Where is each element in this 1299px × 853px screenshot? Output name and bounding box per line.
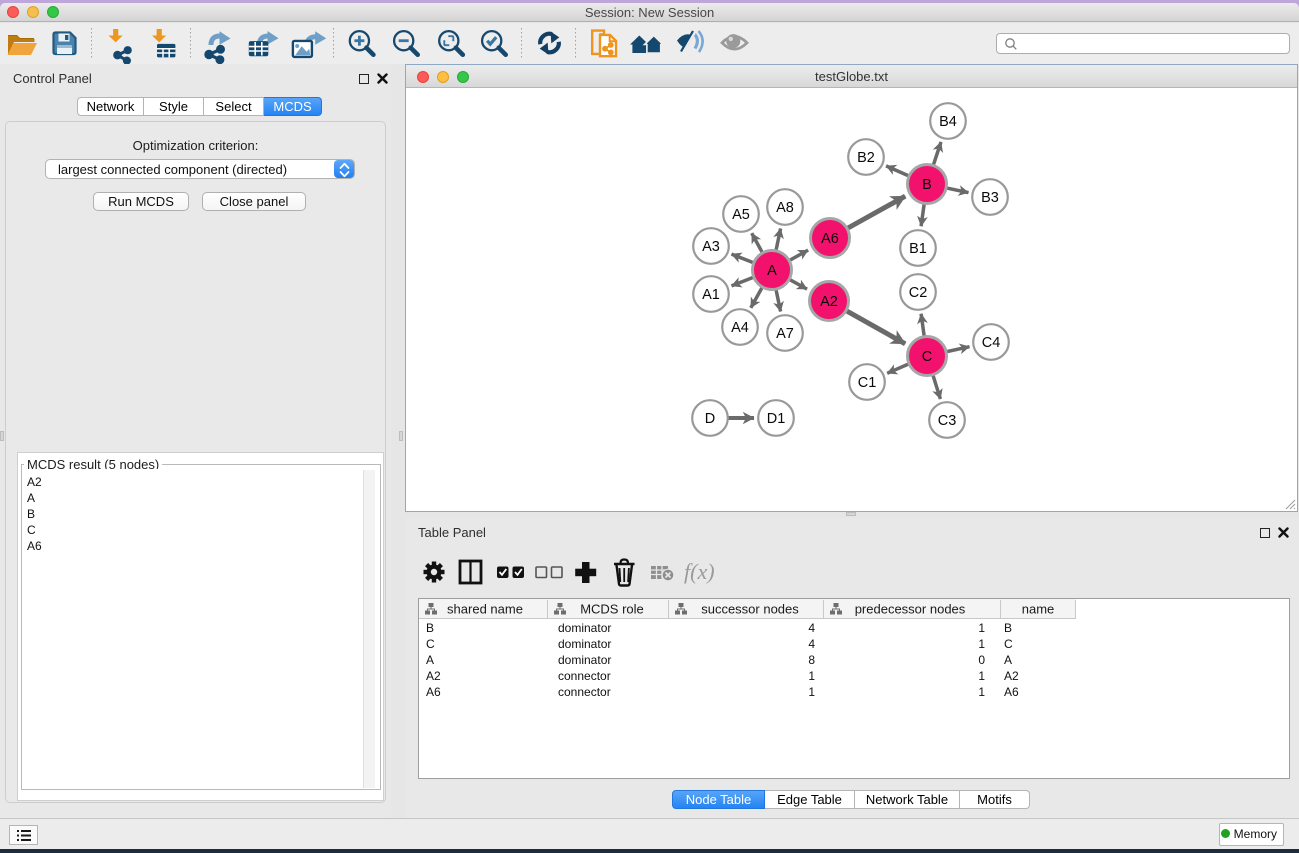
svg-text:D: D bbox=[705, 411, 715, 427]
svg-text:f(x): f(x) bbox=[684, 559, 715, 584]
svg-text:shared name: shared name bbox=[447, 602, 523, 617]
svg-text:A1: A1 bbox=[702, 287, 720, 303]
svg-text:MCDS role: MCDS role bbox=[580, 602, 644, 617]
svg-text:successor nodes: successor nodes bbox=[701, 602, 799, 617]
svg-text:A5: A5 bbox=[732, 207, 750, 223]
svg-text:B1: B1 bbox=[909, 241, 927, 257]
svg-text:B4: B4 bbox=[939, 114, 957, 130]
svg-text:A6: A6 bbox=[821, 231, 839, 247]
svg-text:D1: D1 bbox=[767, 411, 786, 427]
svg-text:B2: B2 bbox=[857, 150, 875, 166]
svg-text:A7: A7 bbox=[776, 326, 794, 342]
svg-text:A: A bbox=[767, 263, 777, 279]
svg-text:predecessor nodes: predecessor nodes bbox=[855, 602, 966, 617]
svg-text:A2: A2 bbox=[820, 294, 838, 310]
svg-text:C: C bbox=[922, 349, 932, 365]
svg-text:C1: C1 bbox=[858, 375, 877, 391]
svg-text:C4: C4 bbox=[982, 335, 1001, 351]
svg-text:name: name bbox=[1022, 602, 1055, 617]
svg-text:A4: A4 bbox=[731, 320, 749, 336]
svg-text:C2: C2 bbox=[909, 285, 928, 301]
svg-text:B3: B3 bbox=[981, 190, 999, 206]
svg-text:A3: A3 bbox=[702, 239, 720, 255]
svg-text:B: B bbox=[922, 177, 932, 193]
svg-text:A8: A8 bbox=[776, 200, 794, 216]
svg-text:C3: C3 bbox=[938, 413, 957, 429]
